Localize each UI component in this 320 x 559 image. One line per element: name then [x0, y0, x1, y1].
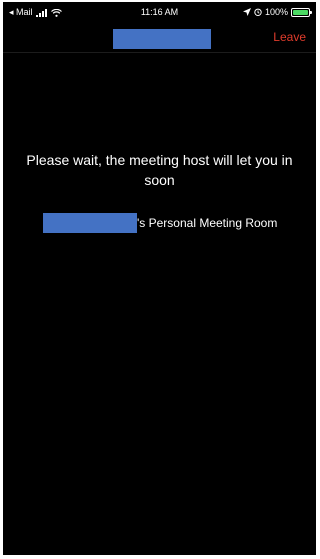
- battery-fill: [293, 9, 308, 15]
- status-right: 100%: [242, 7, 312, 17]
- battery-percent: 100%: [264, 7, 288, 17]
- host-name: [43, 213, 137, 233]
- leave-button[interactable]: Leave: [273, 30, 306, 44]
- meeting-navbar: Leave: [3, 22, 316, 53]
- waiting-message: Please wait, the meeting host will let y…: [26, 152, 293, 188]
- room-suffix: 's Personal Meeting Room: [137, 216, 278, 230]
- status-bar: ◂ Mail 11:16 AM 100%: [3, 2, 316, 22]
- alarm-icon: [254, 8, 262, 16]
- personal-meeting-room-label: 's Personal Meeting Room: [43, 213, 277, 233]
- location-icon: [242, 8, 251, 16]
- battery-tip: [310, 10, 312, 14]
- battery-icon: [291, 7, 312, 17]
- meeting-title: [113, 29, 211, 49]
- phone-screen: ◂ Mail 11:16 AM 100% Leave Please wait, …: [3, 2, 316, 555]
